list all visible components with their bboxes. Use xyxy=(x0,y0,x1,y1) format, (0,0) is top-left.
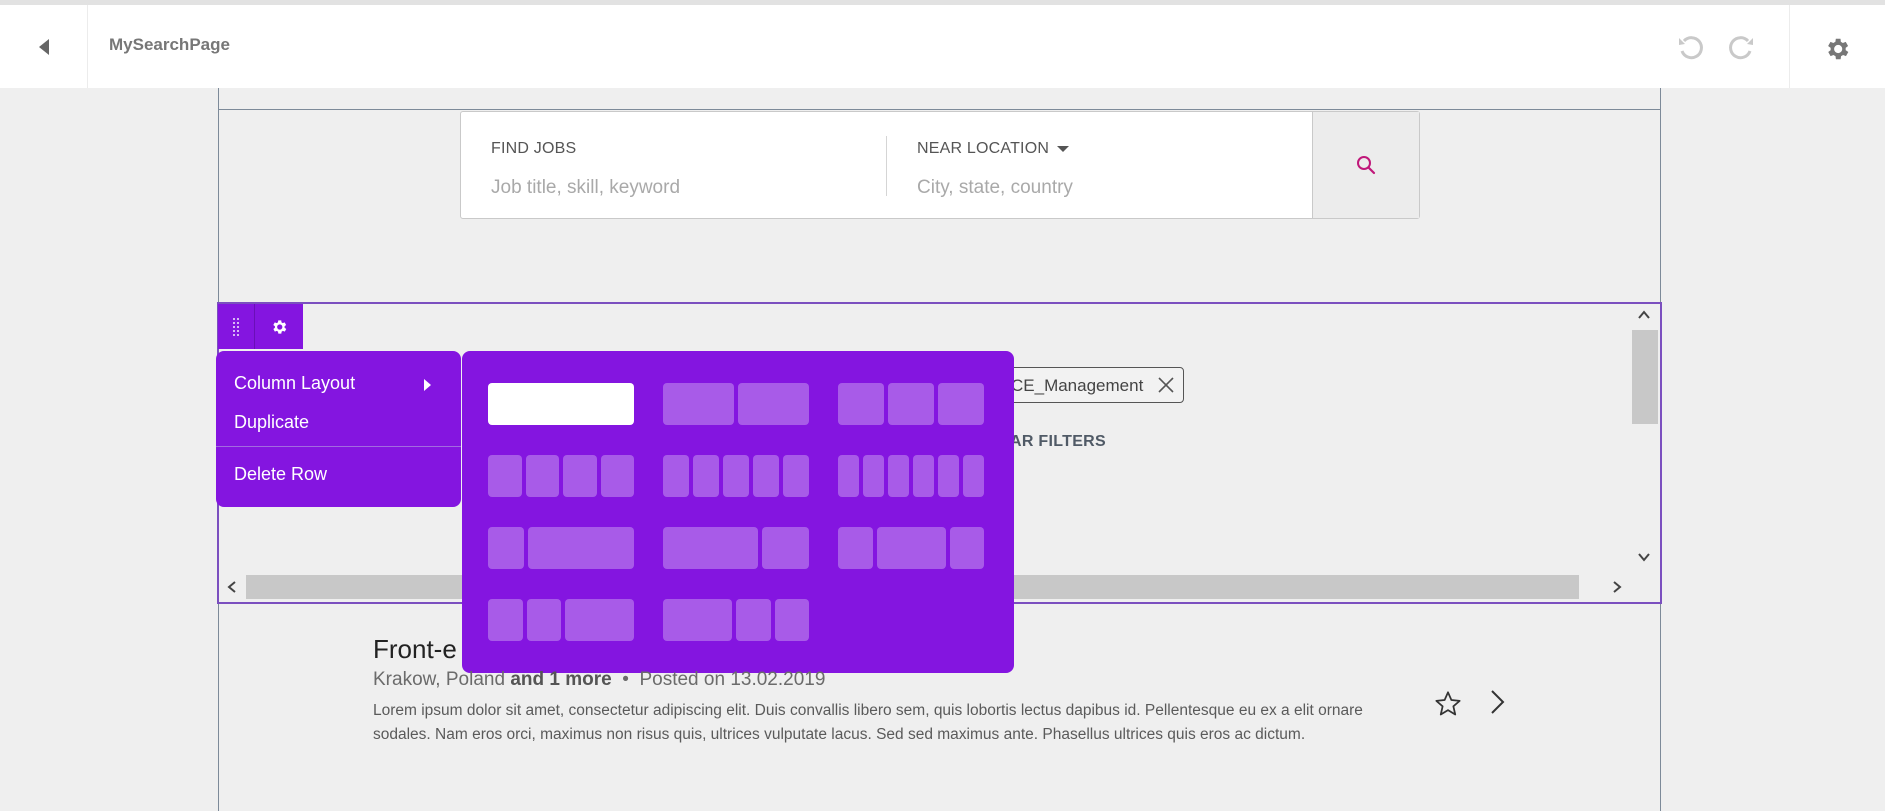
column-layout-option[interactable] xyxy=(488,383,634,425)
layout-column-block xyxy=(488,455,522,497)
layout-column-block xyxy=(526,599,561,641)
scrollbar-thumb[interactable] xyxy=(1632,330,1658,424)
job-meta: Krakow, Poland and 1 more • Posted on 13… xyxy=(373,669,825,691)
column-layout-option[interactable] xyxy=(663,383,809,425)
divider xyxy=(216,446,461,447)
layout-column-block xyxy=(663,599,732,641)
job-title[interactable]: Front-e xyxy=(373,634,457,665)
layout-column-block xyxy=(738,383,809,425)
column-layout-option[interactable] xyxy=(838,455,984,497)
column-layout-option[interactable] xyxy=(663,455,809,497)
layout-column-block xyxy=(527,527,634,569)
layout-column-block xyxy=(663,383,734,425)
row-settings-button[interactable] xyxy=(255,304,303,349)
menu-item-delete-row[interactable]: Delete Row xyxy=(234,464,327,485)
job-description: Lorem ipsum dolor sit amet, consectetur … xyxy=(373,702,1363,743)
undo-icon[interactable] xyxy=(1676,33,1706,63)
layout-column-block xyxy=(663,527,758,569)
chevron-up-icon[interactable] xyxy=(1637,308,1651,322)
search-icon xyxy=(1357,156,1376,175)
layout-column-block xyxy=(913,455,934,497)
layout-column-block xyxy=(488,383,634,425)
layout-column-block xyxy=(723,455,749,497)
layout-column-block xyxy=(693,455,719,497)
column-layout-option[interactable] xyxy=(488,527,634,569)
close-icon[interactable] xyxy=(1157,376,1175,394)
row-toolbar xyxy=(218,304,303,349)
job-more-locations: and 1 more xyxy=(510,669,612,690)
layout-column-block xyxy=(753,455,779,497)
layout-column-block xyxy=(949,527,984,569)
layout-column-block xyxy=(838,527,873,569)
layout-column-block xyxy=(761,527,809,569)
star-icon[interactable] xyxy=(1434,690,1462,718)
menu-item-duplicate[interactable]: Duplicate xyxy=(234,412,309,433)
layout-column-block xyxy=(863,455,884,497)
layout-column-block xyxy=(783,455,809,497)
layout-column-block xyxy=(563,455,597,497)
layout-column-block xyxy=(663,455,689,497)
column-layout-option[interactable] xyxy=(488,599,634,641)
layout-column-block xyxy=(838,455,859,497)
column-layout-option[interactable] xyxy=(663,599,809,641)
drag-dots-icon xyxy=(233,317,239,336)
layout-column-block xyxy=(600,455,634,497)
column-layout-option[interactable] xyxy=(488,455,634,497)
location-label[interactable]: NEAR LOCATION xyxy=(917,140,1070,158)
layout-column-block xyxy=(938,455,959,497)
chevron-right-icon[interactable] xyxy=(1487,688,1509,716)
chevron-right-icon[interactable] xyxy=(1610,580,1624,594)
layout-column-block xyxy=(963,455,984,497)
find-jobs-field: FIND JOBS xyxy=(461,136,887,199)
layout-column-block xyxy=(888,383,934,425)
layout-column-block xyxy=(736,599,771,641)
find-jobs-label: FIND JOBS xyxy=(491,140,577,157)
layout-column-block xyxy=(888,455,909,497)
caret-down-icon xyxy=(1057,145,1070,152)
layout-column-block xyxy=(838,383,884,425)
redo-icon[interactable] xyxy=(1726,33,1756,63)
layout-column-block xyxy=(938,383,984,425)
layout-column-block xyxy=(488,599,523,641)
row-context-menu: Column Layout Duplicate Delete Row xyxy=(216,351,461,507)
filter-tag: CE_Management xyxy=(994,367,1184,403)
layout-column-block xyxy=(488,527,524,569)
layout-column-block xyxy=(525,455,559,497)
location-input[interactable] xyxy=(917,177,1277,199)
divider xyxy=(1789,5,1790,88)
layout-column-block xyxy=(565,599,634,641)
location-field: NEAR LOCATION xyxy=(887,112,1313,218)
job-posted-date: Posted on 13.02.2019 xyxy=(639,669,826,690)
meta-separator: • xyxy=(622,669,629,690)
find-jobs-input[interactable] xyxy=(491,177,851,199)
page-title: MySearchPage xyxy=(109,35,230,54)
vertical-scrollbar[interactable] xyxy=(1631,304,1659,574)
chevron-right-icon xyxy=(424,379,431,391)
column-layout-option[interactable] xyxy=(838,383,984,425)
clear-filters-link[interactable]: EAR FILTERS xyxy=(999,433,1106,451)
column-layout-option[interactable] xyxy=(838,527,984,569)
job-location: Krakow, Poland xyxy=(373,669,506,690)
gear-icon[interactable] xyxy=(1823,35,1851,63)
gear-icon xyxy=(273,319,287,334)
column-layout-submenu xyxy=(462,351,1014,673)
drag-handle[interactable] xyxy=(218,304,255,349)
chevron-down-icon[interactable] xyxy=(1637,550,1651,564)
divider xyxy=(218,109,1661,110)
layout-column-block xyxy=(876,527,946,569)
search-button[interactable] xyxy=(1312,112,1419,218)
top-bar: MySearchPage xyxy=(0,0,1885,88)
back-button[interactable] xyxy=(0,5,88,88)
menu-item-column-layout[interactable]: Column Layout xyxy=(234,373,355,394)
job-search-box: FIND JOBS NEAR LOCATION xyxy=(460,111,1420,219)
chevron-left-icon[interactable] xyxy=(225,580,239,594)
layout-column-block xyxy=(774,599,809,641)
back-arrow-icon xyxy=(38,38,49,55)
column-layout-option[interactable] xyxy=(663,527,809,569)
